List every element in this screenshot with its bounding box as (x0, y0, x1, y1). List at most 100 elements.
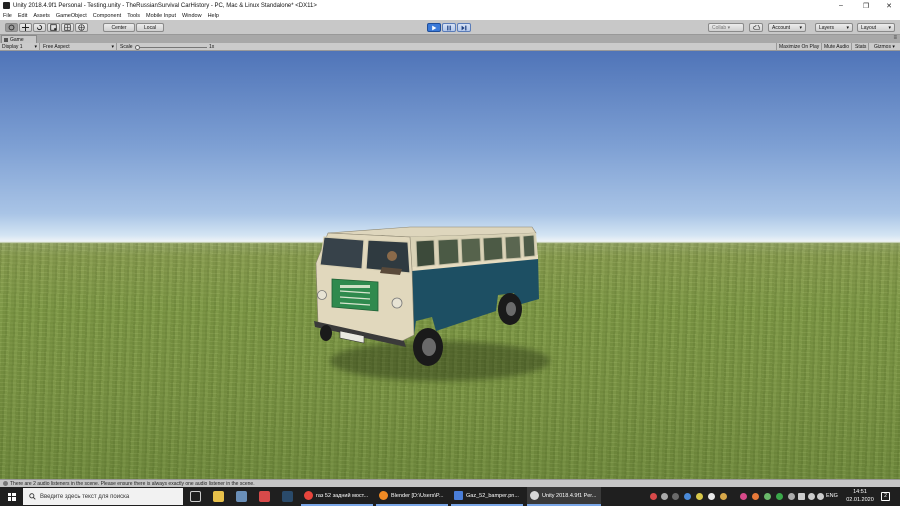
collab-label: Collab ▾ (712, 24, 731, 31)
scale-icon (50, 24, 57, 31)
minimize-button[interactable]: – (830, 0, 852, 11)
notification-count: 2 (884, 493, 887, 499)
search-icon (29, 493, 36, 500)
tab-menu-icon[interactable]: ≡ (893, 35, 897, 41)
tray-icon[interactable] (684, 493, 691, 500)
step-icon (461, 25, 467, 30)
taskbar-app-label: Unity 2018.4.9f1 Per... (542, 492, 597, 499)
tray-icon[interactable] (650, 493, 657, 500)
transform-tool-button[interactable] (75, 23, 88, 32)
space-label: Local (144, 24, 156, 31)
game-viewport[interactable] (0, 51, 900, 479)
notification-center-icon[interactable]: 2 (881, 492, 890, 501)
maximize-on-play-toggle[interactable]: Maximize On Play (776, 43, 823, 51)
tray-icon[interactable] (740, 493, 747, 500)
unity-icon (3, 2, 10, 9)
play-icon (432, 25, 437, 30)
tray-icon[interactable] (752, 493, 759, 500)
gizmos-dropdown[interactable]: Gizmos ▾ (872, 43, 897, 51)
blender-icon (379, 491, 388, 500)
taskbar-app-image[interactable]: Gaz_52_bamper.pn... (451, 487, 523, 506)
maximize-label: Maximize On Play (779, 44, 820, 50)
tray-icon[interactable] (720, 493, 727, 500)
clock-time: 14:51 (853, 489, 867, 495)
stats-label: Stats (855, 44, 867, 50)
account-dropdown[interactable]: Account ▾ (768, 23, 806, 32)
hand-tool-button[interactable] (5, 23, 18, 32)
rotate-tool-button[interactable] (33, 23, 46, 32)
layers-label: Layers (819, 24, 835, 31)
gizmos-label: Gizmos ▾ (874, 44, 895, 50)
scale-value: 1x (209, 44, 215, 50)
taskbar-app-blender[interactable]: Blender [D:\Users\P... (376, 487, 448, 506)
menu-tools[interactable]: Tools (127, 13, 140, 19)
taskbar-app-chrome[interactable]: газ 52 задний мост... (301, 487, 373, 506)
game-view-toolbar: Display 1 ▾ Free Aspect ▾ Scale 1x Maximiz… (0, 43, 900, 51)
layout-dropdown[interactable]: Layout ▾ (857, 23, 895, 32)
tray-icon[interactable] (696, 493, 703, 500)
menu-gameobject[interactable]: GameObject (56, 13, 87, 19)
display-dropdown[interactable]: Display 1 ▾ (0, 43, 40, 51)
menu-window[interactable]: Window (182, 13, 202, 19)
rotate-icon (36, 24, 43, 31)
pause-icon (447, 25, 451, 30)
tray-icon[interactable] (776, 493, 783, 500)
windows-logo-icon (7, 492, 16, 501)
network-icon[interactable] (808, 493, 815, 500)
steam-icon[interactable] (282, 491, 293, 502)
rect-tool-button[interactable] (61, 23, 74, 32)
tab-game[interactable]: Game (1, 35, 37, 43)
scale-slider-track[interactable] (135, 46, 207, 48)
pinned-app-icon[interactable] (236, 491, 247, 502)
start-button[interactable] (0, 487, 23, 506)
task-view-icon[interactable] (190, 491, 201, 502)
pivot-center-button[interactable]: Center (103, 23, 135, 32)
cloud-icon (752, 25, 760, 30)
scale-slider-handle[interactable] (135, 44, 140, 50)
maximize-button[interactable]: ❐ (855, 0, 877, 11)
space-local-button[interactable]: Local (136, 23, 164, 32)
gamepad-icon (4, 37, 8, 42)
mute-audio-toggle[interactable]: Mute Audio (822, 43, 853, 51)
step-button[interactable] (457, 23, 471, 32)
stats-toggle[interactable]: Stats (853, 43, 870, 51)
menu-edit[interactable]: Edit (18, 13, 27, 19)
language-indicator[interactable]: ENG (826, 493, 838, 499)
tray-icon[interactable] (788, 493, 795, 500)
windows-taskbar: Введите здесь текст для поиска газ 52 за… (0, 487, 900, 506)
menu-mobile-input[interactable]: Mobile Input (146, 13, 176, 19)
console-status-bar[interactable]: There are 2 audio listeners in the scene… (0, 479, 900, 487)
taskbar-app-label: Blender [D:\Users\P... (391, 492, 444, 499)
move-tool-button[interactable] (19, 23, 32, 32)
image-viewer-icon (454, 491, 463, 500)
warning-icon (3, 481, 8, 486)
scale-tool-button[interactable] (47, 23, 60, 32)
pinned-app-icon-2[interactable] (259, 491, 270, 502)
aspect-dropdown[interactable]: Free Aspect ▾ (41, 43, 117, 51)
aspect-label: Free Aspect (43, 44, 70, 50)
pause-button[interactable] (442, 23, 456, 32)
bus-model (314, 226, 539, 366)
chevron-down-icon: ▾ (799, 24, 802, 31)
tray-icon[interactable] (672, 493, 679, 500)
battery-icon[interactable] (798, 493, 805, 500)
menu-file[interactable]: File (3, 13, 12, 19)
tray-icon[interactable] (708, 493, 715, 500)
layers-dropdown[interactable]: Layers ▾ (815, 23, 853, 32)
close-button[interactable]: ✕ (878, 0, 900, 11)
collab-dropdown[interactable]: Collab ▾ (708, 23, 744, 32)
chevron-down-icon: ▾ (888, 24, 891, 31)
tray-icon[interactable] (764, 493, 771, 500)
cloud-button[interactable] (749, 23, 763, 32)
system-clock[interactable]: 14:51 02.01.2020 (843, 489, 877, 504)
tray-icon[interactable] (661, 493, 668, 500)
menu-component[interactable]: Component (93, 13, 121, 19)
volume-icon[interactable] (817, 493, 824, 500)
taskbar-app-unity[interactable]: Unity 2018.4.9f1 Per... (527, 487, 601, 506)
file-explorer-icon[interactable] (213, 491, 224, 502)
menu-help[interactable]: Help (208, 13, 219, 19)
taskbar-search[interactable]: Введите здесь текст для поиска (23, 488, 183, 505)
taskbar-app-label: газ 52 задний мост... (316, 492, 369, 499)
menu-assets[interactable]: Assets (33, 13, 50, 19)
play-button[interactable] (427, 23, 441, 32)
